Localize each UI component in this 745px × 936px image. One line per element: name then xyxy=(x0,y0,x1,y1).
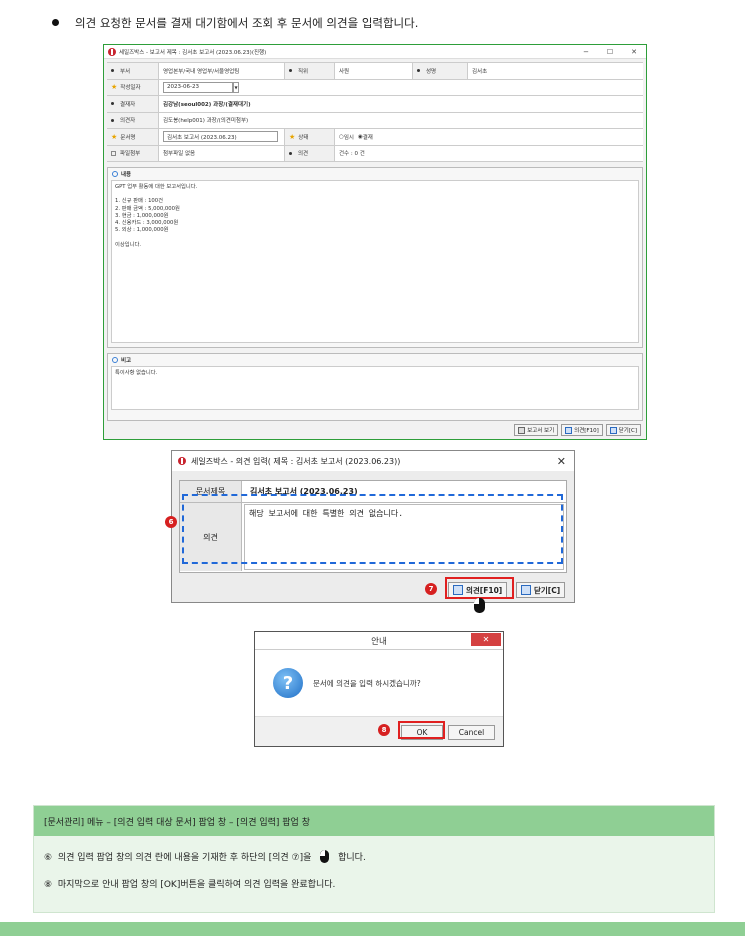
label-name: 성명 xyxy=(413,63,468,79)
content-section: 내용 GPT 업무 활동에 대한 보고서입니다. 1. 신규 판매 : 100건… xyxy=(107,167,643,348)
bullet-icon xyxy=(52,19,59,26)
label-status: ★ 상태 xyxy=(285,129,335,145)
label-date: ★ 작성일자 xyxy=(107,79,159,95)
app-logo-icon xyxy=(178,457,186,465)
mouse-click-icon xyxy=(474,598,485,613)
row-docname: ★ 문서명 김서초 보고서 (2023.06.23) ★ 상태 ○ 임시 ◉ 결재 xyxy=(107,129,643,146)
bottom-bar xyxy=(0,922,745,936)
docname-input[interactable]: 김서초 보고서 (2023.06.23) xyxy=(163,131,278,143)
notes-header: [문서관리] 메뉴 – [의견 입력 대상 문서] 팝업 창 – [의견 입력]… xyxy=(34,806,714,836)
label-opinioner: 의견자 xyxy=(107,112,159,128)
question-icon: ? xyxy=(273,668,303,698)
report-window: 세일즈박스 - 보고서 제목 : 김서초 보고서 (2023.06.23)(진행… xyxy=(103,44,647,440)
remark-label: 비고 xyxy=(121,358,132,364)
content-label: 내용 xyxy=(121,172,132,178)
heading-text: 의견 요청한 문서를 결재 대기함에서 조회 후 문서에 의견을 입력합니다. xyxy=(75,16,419,30)
dialog-titlebar: 안내 ✕ xyxy=(255,632,503,650)
highlight-red-box-ok xyxy=(398,721,445,739)
value-name: 김서초 xyxy=(472,68,488,75)
label-attachment: 파일첨부 xyxy=(107,145,159,161)
instruction-heading: 의견 요청한 문서를 결재 대기함에서 조회 후 문서에 의견을 입력합니다. xyxy=(52,15,418,31)
value-attachment: 첨부파일 없음 xyxy=(159,145,285,161)
dialog-close-icon[interactable]: ✕ xyxy=(471,633,501,646)
step-badge-7: 7 xyxy=(425,583,437,595)
opinion-window-titlebar: 세일즈박스 - 의견 입력( 제목 : 김서초 보고서 (2023.06.23)… xyxy=(172,451,574,471)
report-info-grid: 부서 영업본부/국내 영업부/서울영업팀 직위 사원 성명 김서초 ★ 작성일자 … xyxy=(107,62,643,162)
notes-panel: [문서관리] 메뉴 – [의견 입력 대상 문서] 팝업 창 – [의견 입력]… xyxy=(33,805,715,913)
mouse-click-icon xyxy=(320,850,330,863)
report-window-titlebar: 세일즈박스 - 보고서 제목 : 김서초 보고서 (2023.06.23)(진행… xyxy=(104,45,646,59)
cancel-button[interactable]: Cancel xyxy=(448,725,495,740)
remark-textarea[interactable]: 특이사항 없습니다. xyxy=(111,366,639,410)
remark-section: 비고 특이사항 없습니다. xyxy=(107,353,643,421)
section-icon xyxy=(112,171,118,177)
minimize-icon[interactable]: − xyxy=(574,48,598,56)
dialog-title: 안내 xyxy=(371,636,387,647)
app-logo-icon xyxy=(108,47,116,56)
row-date: ★ 작성일자 2023-06-23 ▼ xyxy=(107,79,643,96)
value-opinioner: 김도봉(help001) 과장/(의견미첨부) xyxy=(163,118,249,125)
row-attachment: 파일첨부 첨부파일 없음 의견 건수 : 0 건 xyxy=(107,145,643,162)
maximize-icon[interactable]: ☐ xyxy=(598,48,622,56)
row-department: 부서 영업본부/국내 영업부/서울영업팀 직위 사원 성명 김서초 xyxy=(107,63,643,80)
star-icon: ★ xyxy=(111,83,118,92)
date-input[interactable]: 2023-06-23 xyxy=(163,81,233,93)
note-step-8: ⑧ 마지막으로 안내 팝업 창의 [OK]버튼을 클릭하여 의견 입력을 완료합… xyxy=(44,880,336,890)
exit-icon xyxy=(521,585,531,595)
close-icon[interactable]: ✕ xyxy=(622,48,646,56)
label-position: 직위 xyxy=(285,63,335,79)
printer-icon xyxy=(518,426,526,434)
report-window-title: 세일즈박스 - 보고서 제목 : 김서초 보고서 (2023.06.23)(진행… xyxy=(119,49,267,56)
label-opinion: 의견 xyxy=(285,145,335,161)
value-position: 사원 xyxy=(335,63,413,79)
value-opinion-count: 건수 : 0 건 xyxy=(339,151,365,158)
dialog-message: 문서에 의견을 입력 하시겠습니까? xyxy=(313,678,421,688)
value-approver: 김강남(seoul002) 과장/(결재대기) xyxy=(163,101,251,108)
opinion-close-button[interactable]: 닫기[C] xyxy=(516,582,566,598)
step-badge-8: 8 xyxy=(378,724,390,736)
value-department: 영업본부/국내 영업부/서울영업팀 xyxy=(159,63,285,79)
content-textarea[interactable]: GPT 업무 활동에 대한 보고서입니다. 1. 신규 판매 : 100건 2.… xyxy=(111,180,639,343)
row-opinioner: 의견자 김도봉(help001) 과장/(의견미첨부) xyxy=(107,112,643,129)
save-icon xyxy=(565,426,573,434)
date-dropdown-icon[interactable]: ▼ xyxy=(233,81,239,93)
highlight-red-box xyxy=(445,577,514,599)
highlight-dashed-box xyxy=(182,494,563,564)
label-approver: 결재자 xyxy=(107,96,159,112)
note-step-6: ⑥ 의견 입력 팝업 창의 의견 란에 내용을 기재한 후 하단의 [의견 ⑦]… xyxy=(44,850,366,863)
close-button[interactable]: 닫기[C] xyxy=(605,424,641,436)
exit-icon xyxy=(609,426,617,434)
close-icon[interactable]: ✕ xyxy=(557,455,566,468)
opinion-window-title: 세일즈박스 - 의견 입력( 제목 : 김서초 보고서 (2023.06.23)… xyxy=(191,456,401,466)
report-view-button[interactable]: 보고서 보기 xyxy=(514,424,559,436)
step-badge-6: 6 xyxy=(165,516,177,528)
label-docname: ★ 문서명 xyxy=(107,129,159,145)
opinion-button[interactable]: 의견[F10] xyxy=(561,424,603,436)
label-department: 부서 xyxy=(107,63,159,79)
row-approver: 결재자 김강남(seoul002) 과장/(결재대기) xyxy=(107,96,643,113)
